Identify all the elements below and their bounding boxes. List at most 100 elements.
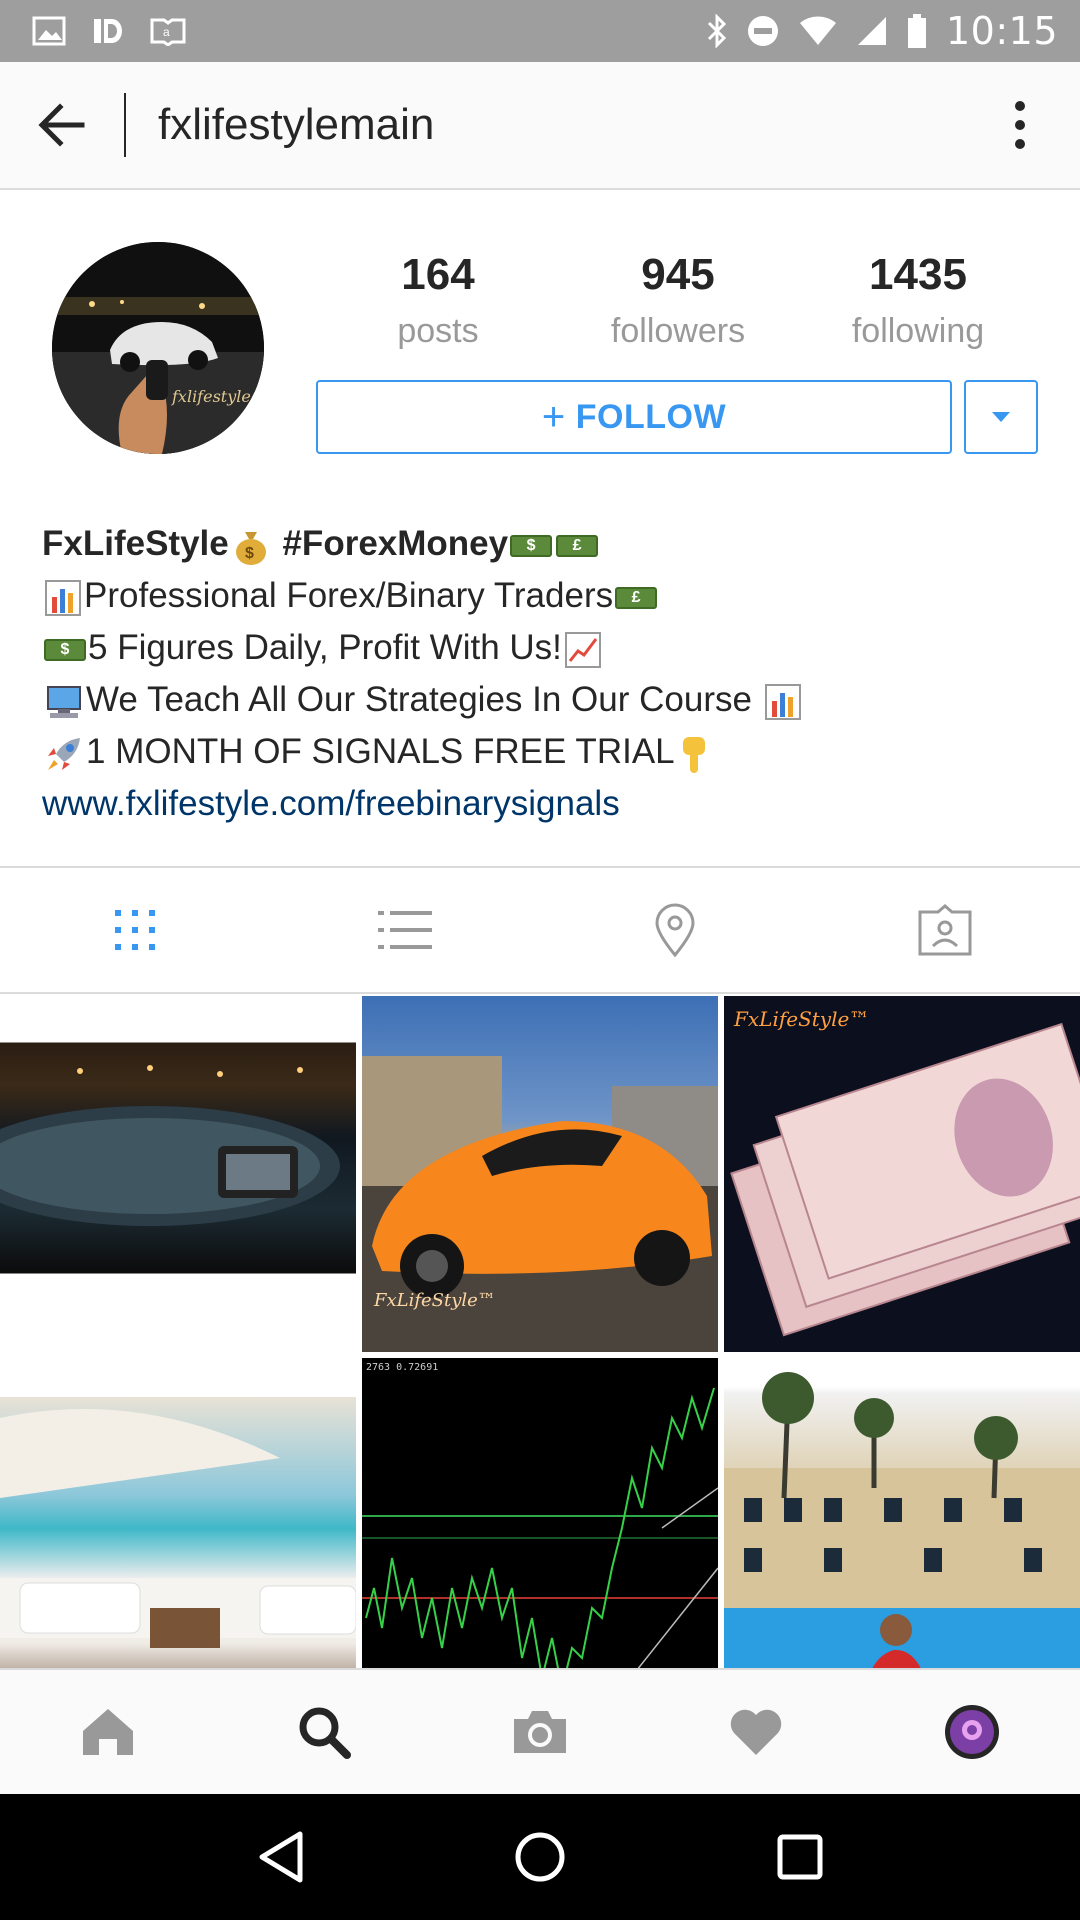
bottom-navigation (0, 1668, 1080, 1794)
stat-following-label: following (851, 312, 985, 350)
tile-3-watermark-text: FxLifeStyle™ (733, 1007, 869, 1031)
bio-hashtag[interactable]: #ForexMoney (282, 524, 508, 563)
bar-chart-icon (45, 579, 81, 616)
stat-followers-value: 945 (641, 250, 715, 299)
follow-button[interactable]: + FOLLOW (316, 380, 952, 454)
amazon-app-icon: a (150, 16, 186, 46)
nav-activity[interactable] (648, 1670, 864, 1794)
tab-tagged[interactable] (810, 868, 1080, 992)
signal-icon (856, 15, 888, 47)
photo-pool-night (0, 1065, 340, 1226)
plus-icon: + (541, 394, 566, 439)
battery-icon (906, 13, 928, 49)
computer-icon (47, 685, 81, 718)
stat-followers[interactable]: 945 followers (558, 247, 798, 359)
stat-followers-label: followers (610, 312, 746, 350)
triangle-back-icon (259, 1831, 303, 1883)
dollar-banknote-icon: $ (510, 534, 553, 557)
tab-list[interactable] (270, 868, 540, 992)
trending-up-chart-icon (564, 631, 601, 668)
app-header: fxlifestylemain (0, 62, 1080, 190)
photo-tile-hotel-pool[interactable]: FxLifeStyle™ (724, 1358, 1080, 1668)
profile-avatar-icon (945, 1705, 999, 1759)
bio-line-3: We Teach All Our Strategies In Our Cours… (42, 674, 1052, 726)
bio-text-2: 5 Figures Daily, Profit With Us! (88, 628, 562, 667)
follow-button-label: FOLLOW (575, 397, 727, 436)
profile-summary: fxlifestyle.co 164 posts 945 followers 1… (0, 192, 1080, 492)
more-options-button[interactable] (960, 61, 1080, 189)
photo-tile-pool-night[interactable] (0, 996, 356, 1352)
profile-username: fxlifestylemain (158, 100, 435, 149)
header-divider (124, 93, 126, 157)
photo-trading-chart: 2763 0.72691 (362, 1358, 718, 1668)
tile-2-watermark-text: FxLifeStyle™ (373, 1290, 496, 1311)
bio-text-3: We Teach All Our Strategies In Our Cours… (86, 680, 752, 719)
list-icon (378, 911, 432, 949)
system-home-button[interactable] (490, 1807, 590, 1907)
bio-line-name: FxLifeStyle $ #ForexMoney $ £ (42, 518, 1052, 570)
bluetooth-icon (706, 14, 728, 48)
photo-grid: FxLifeStyle™ FxLifeStyle™ FxLifeStyle™ (0, 996, 1080, 1668)
tab-grid[interactable] (0, 868, 270, 992)
photo-tile-orange-lamborghini[interactable]: FxLifeStyle™ (362, 996, 718, 1352)
tab-location[interactable] (540, 868, 810, 992)
nav-home[interactable] (0, 1670, 216, 1794)
profile-view-tabs (0, 868, 1080, 994)
photo-banknotes: FxLifeStyle™ (724, 996, 1080, 1352)
stat-posts[interactable]: 164 posts (318, 247, 558, 359)
chart-price-label: 2763 0.72691 (366, 1362, 438, 1373)
image-icon (32, 16, 66, 46)
suggested-users-dropdown-button[interactable] (964, 380, 1038, 454)
bio-line-4: 1 MONTH OF SIGNALS FREE TRIAL (42, 726, 1052, 778)
heart-icon (730, 1709, 782, 1755)
money-bag-icon: $ (235, 531, 266, 565)
bio-line-1: Professional Forex/Binary Traders £ (42, 570, 1052, 622)
avatar-photo: fxlifestyle.co (52, 242, 264, 454)
photo-beach-lounge: FxLifeStyle™ (0, 1409, 356, 1648)
photo-tile-beach-lounge[interactable]: FxLifeStyle™ (0, 1358, 356, 1668)
stat-posts-label: posts (397, 312, 479, 350)
dollar-banknote-icon-2: $ (44, 638, 86, 661)
nav-camera[interactable] (432, 1670, 648, 1794)
do-not-disturb-icon (746, 14, 780, 48)
photo-tile-trading-chart[interactable]: 2763 0.72691 (362, 1358, 718, 1668)
bio-text-1: Professional Forex/Binary Traders (84, 576, 614, 615)
stat-posts-value: 164 (401, 250, 475, 299)
stat-following[interactable]: 1435 following (798, 247, 1038, 359)
nav-search[interactable] (216, 1670, 432, 1794)
grid-icon (115, 910, 155, 950)
id-icon (92, 16, 124, 46)
system-recents-button[interactable] (750, 1807, 850, 1907)
bar-chart-icon-2 (764, 683, 801, 720)
rocket-icon (48, 737, 80, 770)
circle-home-icon (515, 1832, 565, 1882)
android-system-nav (0, 1794, 1080, 1920)
caret-down-icon (992, 412, 1010, 422)
bio-website-link[interactable]: www.fxlifestyle.com/freebinarysignals (42, 778, 1052, 830)
back-arrow-icon (38, 103, 85, 147)
search-icon (299, 1707, 351, 1759)
back-button[interactable] (0, 61, 124, 189)
status-time: 10:15 (945, 9, 1058, 53)
home-icon (83, 1709, 133, 1755)
status-bar: a 10:15 (0, 0, 1080, 62)
profile-bio: FxLifeStyle $ #ForexMoney $ £ Professional … (42, 518, 1052, 830)
wifi-icon (798, 15, 838, 47)
bio-text-4: 1 MONTH OF SIGNALS FREE TRIAL (86, 732, 675, 771)
svg-text:$: $ (245, 545, 254, 562)
more-vertical-icon (1015, 101, 1025, 149)
photo-tile-banknotes[interactable]: FxLifeStyle™ (724, 996, 1080, 1352)
camera-icon (514, 1711, 566, 1753)
nav-profile[interactable] (864, 1670, 1080, 1794)
photo-hotel-pool: FxLifeStyle™ (724, 1372, 1080, 1668)
tagged-photos-icon (918, 904, 972, 956)
location-pin-icon (655, 903, 695, 957)
svg-text:fxlifestyle.co: fxlifestyle.co (171, 387, 264, 406)
bio-line-2: $5 Figures Daily, Profit With Us! (42, 622, 1052, 674)
profile-avatar[interactable]: fxlifestyle.co (52, 242, 264, 454)
system-back-button[interactable] (230, 1807, 330, 1907)
pointing-down-icon (682, 736, 705, 773)
pound-banknote-icon: £ (556, 534, 599, 557)
pound-banknote-icon-2: £ (615, 586, 658, 609)
svg-text:a: a (163, 25, 170, 39)
